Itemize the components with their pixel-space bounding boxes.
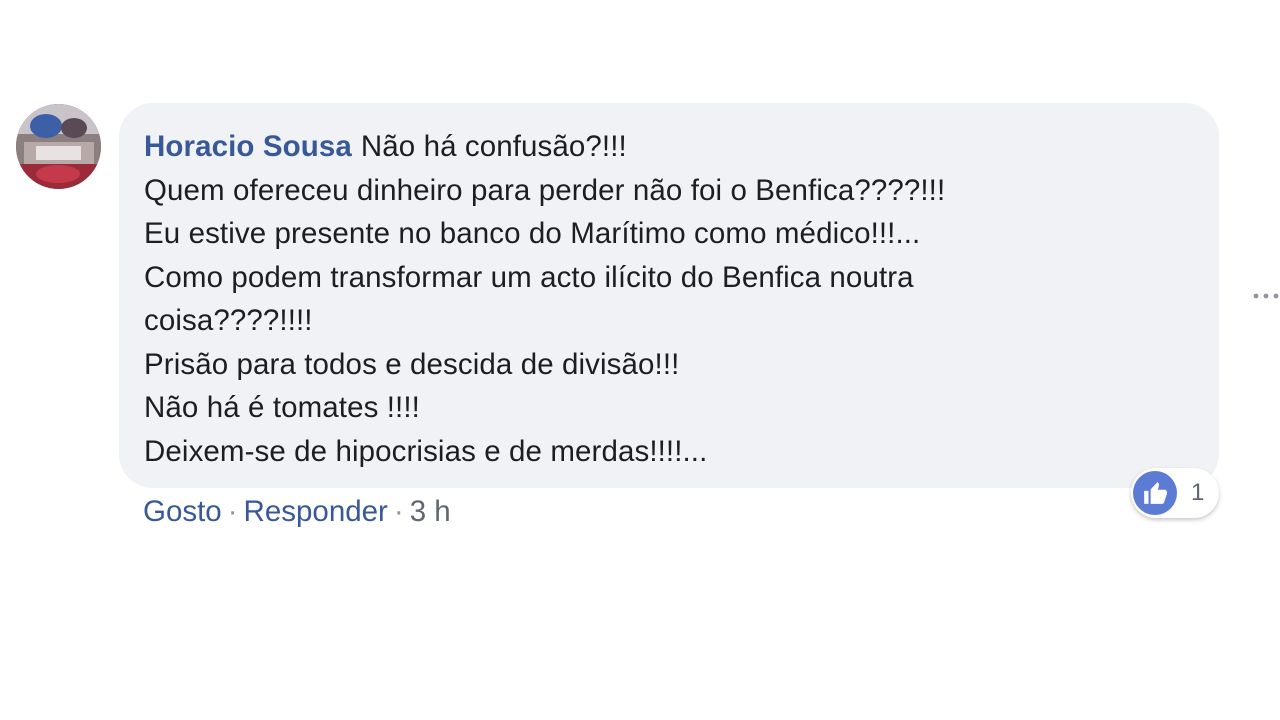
reaction-count: 1 (1191, 479, 1205, 506)
thumbs-up-icon (1144, 482, 1167, 504)
comment-line: Prisão para todos e descida de divisão!!… (144, 347, 680, 381)
comment-line: Deixem-se de hipocrisias e de merdas!!!!… (144, 434, 708, 468)
like-button[interactable]: Gosto (143, 495, 222, 528)
timestamp[interactable]: 3 h (410, 495, 451, 528)
comment-thread: Horacio Sousa Não há confusão?!!! Quem of… (0, 0, 1280, 720)
separator: · (393, 495, 404, 528)
avatar-image (16, 104, 101, 189)
more-options-icon[interactable] (1252, 282, 1280, 310)
author-name[interactable]: Horacio Sousa (144, 130, 352, 163)
comment-line: Eu estive presente no banco do Marítimo … (144, 217, 921, 250)
reaction-summary[interactable]: 1 (1131, 468, 1219, 518)
comment-line: Não há é tomates !!!! (144, 391, 420, 424)
reply-button[interactable]: Responder (244, 495, 388, 528)
comment-actions: Gosto · Responder · 3 h (143, 490, 451, 534)
comment-bubble: Horacio Sousa Não há confusão?!!! Quem of… (119, 103, 1219, 488)
comment-line: Como podem transformar um acto ilícito d… (144, 260, 914, 294)
comment-body: Horacio Sousa Não há confusão?!!! Quem of… (144, 125, 1195, 473)
comment-line: Quem ofereceu dinheiro para perder não f… (144, 173, 946, 207)
separator: · (227, 495, 238, 528)
avatar[interactable] (16, 104, 101, 189)
like-icon (1133, 471, 1177, 515)
comment-line: Não há confusão?!!! (360, 130, 627, 163)
comment-line: coisa????!!!! (144, 304, 313, 337)
